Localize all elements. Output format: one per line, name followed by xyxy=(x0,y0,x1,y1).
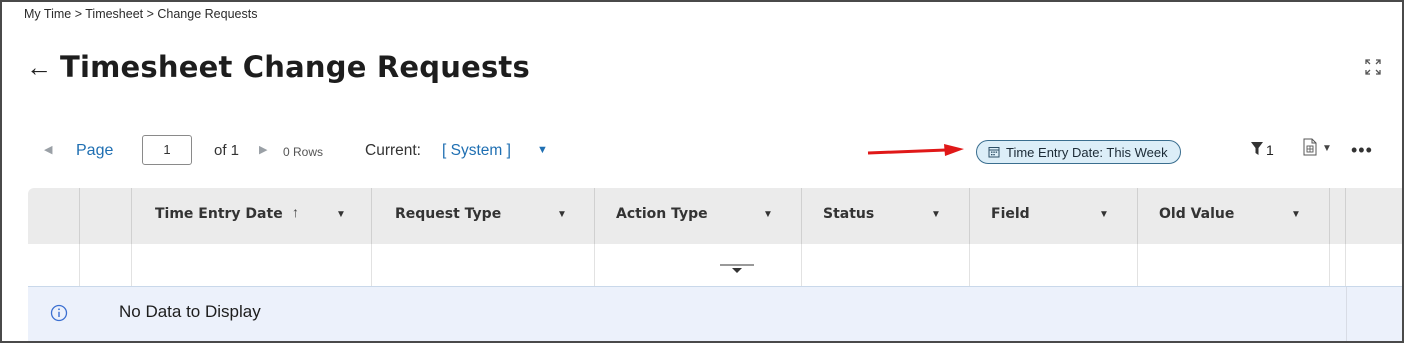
filter-cell[interactable] xyxy=(1138,244,1330,286)
column-label: Field xyxy=(991,206,1030,222)
filter-cell xyxy=(1330,244,1346,286)
filter-chip-time-entry-date[interactable]: Time Entry Date: This Week xyxy=(976,140,1181,164)
column-header-action-type[interactable]: Action Type ▼ xyxy=(595,188,802,244)
title-row: ← Timesheet Change Requests xyxy=(26,50,530,84)
column-label: Time Entry Date xyxy=(155,206,283,222)
column-label: Action Type xyxy=(616,206,708,222)
current-view-select[interactable]: [ System ] xyxy=(442,142,511,160)
page-number-input[interactable]: 1 xyxy=(142,135,192,165)
caret-down-icon[interactable]: ▼ xyxy=(931,209,941,220)
column-divider xyxy=(1346,287,1347,341)
caret-down-icon[interactable]: ▼ xyxy=(1291,209,1301,220)
export-document-icon[interactable] xyxy=(1303,138,1317,156)
filter-cell[interactable] xyxy=(372,244,595,286)
grid-header: Time Entry Date ↑ ▼ Request Type ▼ Actio… xyxy=(28,188,1402,244)
expand-icon[interactable] xyxy=(1364,58,1382,76)
column-label: Request Type xyxy=(395,206,502,222)
page-title: Timesheet Change Requests xyxy=(60,50,530,84)
data-grid: Time Entry Date ↑ ▼ Request Type ▼ Actio… xyxy=(28,188,1402,341)
filter-cell[interactable] xyxy=(970,244,1138,286)
filter-cell xyxy=(80,244,132,286)
header-cell-gutter xyxy=(28,188,80,244)
header-cell-select[interactable] xyxy=(80,188,132,244)
filter-funnel-icon[interactable] xyxy=(1251,142,1263,156)
header-cell-spacer xyxy=(1330,188,1346,244)
caret-down-icon[interactable]: ▼ xyxy=(537,144,548,156)
page-label: Page xyxy=(76,142,114,159)
caret-down-icon[interactable]: ▼ xyxy=(336,209,346,220)
empty-state-row: No Data to Display xyxy=(28,287,1402,341)
sort-ascending-icon[interactable]: ↑ xyxy=(292,204,299,220)
caret-down-icon[interactable]: ▼ xyxy=(763,209,773,220)
caret-down-icon[interactable]: ▼ xyxy=(557,209,567,220)
column-header-status[interactable]: Status ▼ xyxy=(802,188,970,244)
column-header-time-entry-date[interactable]: Time Entry Date ↑ ▼ xyxy=(132,188,372,244)
breadcrumb[interactable]: My Time > Timesheet > Change Requests xyxy=(24,7,257,21)
active-filter-count[interactable]: 1 xyxy=(1266,142,1274,158)
rows-count-label: 0 Rows xyxy=(283,145,324,159)
column-filter-row xyxy=(28,244,1402,287)
filter-cell[interactable] xyxy=(132,244,372,286)
more-options-icon[interactable]: ••• xyxy=(1351,140,1373,161)
column-header-field[interactable]: Field ▼ xyxy=(970,188,1138,244)
filter-cell[interactable] xyxy=(802,244,970,286)
current-view-label: Current: xyxy=(365,142,421,159)
column-label: Status xyxy=(823,206,875,222)
grid-toolbar: ◀ Page 1 of 1 ▶ 0 Rows Current: [ System… xyxy=(2,134,1402,172)
column-header-old-value[interactable]: Old Value ▼ xyxy=(1138,188,1330,244)
column-header-request-type[interactable]: Request Type ▼ xyxy=(372,188,595,244)
page-total-label: of 1 xyxy=(214,142,240,159)
app-frame: My Time > Timesheet > Change Requests ← … xyxy=(0,0,1404,343)
prev-page-icon[interactable]: ◀ xyxy=(44,143,52,156)
column-label: Old Value xyxy=(1159,206,1235,222)
filter-cell xyxy=(28,244,80,286)
filter-chip-label: Time Entry Date: This Week xyxy=(1006,144,1168,160)
arrow-left-icon[interactable]: ← xyxy=(26,54,52,80)
next-page-icon[interactable]: ▶ xyxy=(259,143,267,156)
filter-dropdown-icon[interactable] xyxy=(720,264,754,274)
annotation-arrow-icon xyxy=(867,144,964,156)
filter-cell[interactable] xyxy=(595,244,802,286)
caret-down-icon[interactable]: ▼ xyxy=(1322,143,1332,154)
empty-state-message: No Data to Display xyxy=(119,302,261,321)
caret-down-icon[interactable]: ▼ xyxy=(1099,209,1109,220)
calendar-icon xyxy=(988,147,1000,158)
info-icon xyxy=(50,304,68,322)
